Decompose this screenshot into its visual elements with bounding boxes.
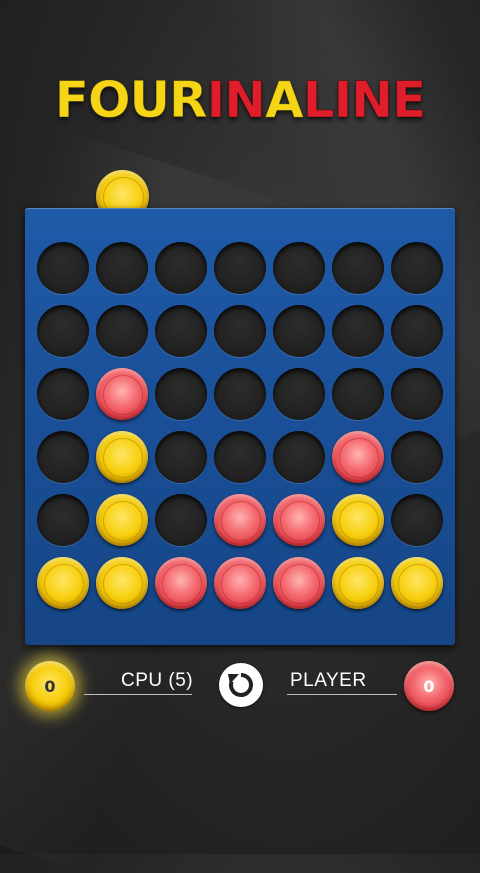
board-slot-empty[interactable] xyxy=(155,431,207,483)
player-score: 0 xyxy=(423,676,435,696)
player-score-disc: 0 xyxy=(404,661,454,711)
board-slot-empty[interactable] xyxy=(391,494,443,546)
board-slot-empty[interactable] xyxy=(37,368,89,420)
board-slot-empty[interactable] xyxy=(332,368,384,420)
board-slot-empty[interactable] xyxy=(273,431,325,483)
game-board[interactable] xyxy=(25,208,455,645)
disc-yellow[interactable] xyxy=(332,557,384,609)
disc-yellow[interactable] xyxy=(96,494,148,546)
disc-yellow[interactable] xyxy=(332,494,384,546)
board-slot-empty[interactable] xyxy=(37,242,89,294)
disc-red[interactable] xyxy=(96,368,148,420)
board-slot-empty[interactable] xyxy=(155,242,207,294)
player-underline xyxy=(287,694,397,695)
disc-yellow[interactable] xyxy=(96,431,148,483)
board-slot-empty[interactable] xyxy=(214,368,266,420)
board-slot-empty[interactable] xyxy=(391,368,443,420)
game-title: FOUR IN A LINE xyxy=(0,70,480,130)
disc-red[interactable] xyxy=(155,557,207,609)
title-in: IN xyxy=(206,71,266,130)
disc-red[interactable] xyxy=(332,431,384,483)
board-slot-empty[interactable] xyxy=(332,305,384,357)
board-slot-empty[interactable] xyxy=(37,494,89,546)
board-slot-empty[interactable] xyxy=(273,368,325,420)
board-slot-empty[interactable] xyxy=(332,242,384,294)
disc-red[interactable] xyxy=(273,494,325,546)
board-slot-empty[interactable] xyxy=(155,305,207,357)
disc-red[interactable] xyxy=(273,557,325,609)
board-slot-empty[interactable] xyxy=(391,242,443,294)
board-slot-empty[interactable] xyxy=(37,431,89,483)
board-slot-empty[interactable] xyxy=(391,305,443,357)
board-slot-empty[interactable] xyxy=(155,368,207,420)
disc-yellow[interactable] xyxy=(391,557,443,609)
title-a: A xyxy=(265,71,305,130)
title-line: LINE xyxy=(302,71,426,130)
cpu-underline xyxy=(84,694,192,695)
board-slot-empty[interactable] xyxy=(273,242,325,294)
board-slot-empty[interactable] xyxy=(391,431,443,483)
board-slot-empty[interactable] xyxy=(214,305,266,357)
restart-button[interactable] xyxy=(219,663,263,707)
cpu-label: CPU (5) xyxy=(121,670,194,691)
board-slot-empty[interactable] xyxy=(155,494,207,546)
disc-red[interactable] xyxy=(214,557,266,609)
board-slot-empty[interactable] xyxy=(214,242,266,294)
scoreboard: 0 CPU (5) PLAYER 0 xyxy=(0,650,480,720)
disc-yellow[interactable] xyxy=(37,557,89,609)
board-slot-empty[interactable] xyxy=(273,305,325,357)
disc-red[interactable] xyxy=(214,494,266,546)
cpu-score: 0 xyxy=(44,676,56,696)
board-slot-empty[interactable] xyxy=(96,242,148,294)
restart-icon xyxy=(228,673,253,697)
board-slot-empty[interactable] xyxy=(214,431,266,483)
board-slot-empty[interactable] xyxy=(37,305,89,357)
cpu-score-disc: 0 xyxy=(25,661,75,711)
disc-yellow[interactable] xyxy=(96,557,148,609)
title-four: FOUR xyxy=(54,71,208,130)
player-label: PLAYER xyxy=(290,670,367,691)
board-slot-empty[interactable] xyxy=(96,305,148,357)
